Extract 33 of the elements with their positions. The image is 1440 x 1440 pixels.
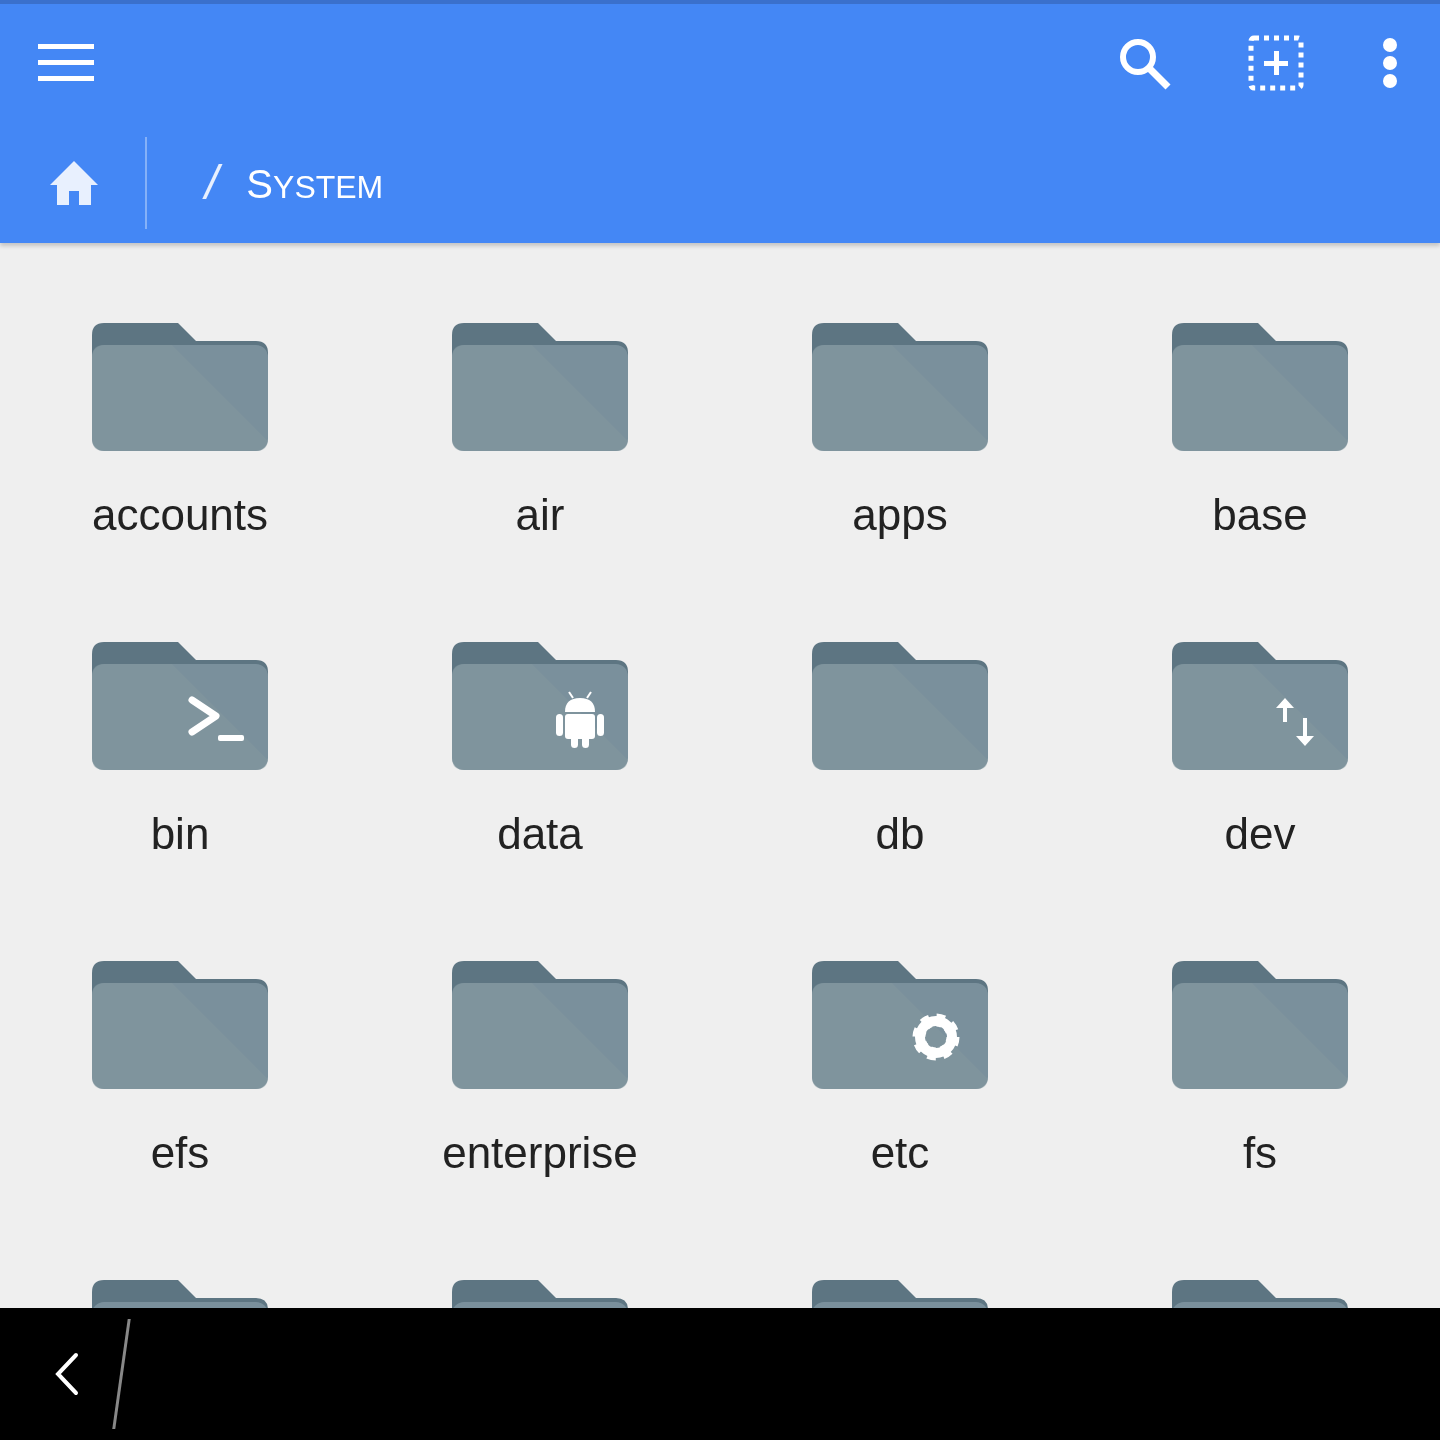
folder-name[interactable]: bin: [150, 806, 210, 862]
robot-icon: [556, 691, 604, 748]
folder-name[interactable]: apps: [852, 487, 948, 543]
back-icon[interactable]: [54, 1352, 80, 1396]
folder-icon[interactable]: [1172, 323, 1348, 451]
folder-icon[interactable]: [92, 323, 268, 451]
folder-icon[interactable]: [452, 323, 628, 451]
folder-name[interactable]: efs: [150, 1125, 210, 1181]
folder-name[interactable]: dev: [1224, 806, 1296, 862]
folder-icon[interactable]: [92, 961, 268, 1089]
menu-icon[interactable]: [38, 44, 94, 82]
folder-name[interactable]: air: [515, 487, 565, 543]
folder-name[interactable]: accounts: [91, 487, 269, 543]
folder-name[interactable]: data: [497, 806, 583, 862]
folder-icon[interactable]: [1172, 642, 1348, 770]
terminal-icon: [188, 696, 244, 741]
folder-icon[interactable]: [1172, 961, 1348, 1089]
folder-icon[interactable]: [812, 961, 988, 1089]
add-selection-icon[interactable]: [1248, 35, 1304, 91]
folder-icon[interactable]: [812, 642, 988, 770]
folder-name[interactable]: etc: [870, 1125, 930, 1181]
arrows-icon: [1276, 698, 1314, 746]
folder-name[interactable]: enterprise: [442, 1125, 638, 1181]
folder-name[interactable]: base: [1212, 487, 1308, 543]
settings-icon: [912, 1013, 960, 1061]
folder-icon[interactable]: [92, 642, 268, 770]
more-icon[interactable]: [1382, 38, 1398, 88]
folder-name[interactable]: fs: [1242, 1125, 1278, 1181]
folder-icon[interactable]: [812, 323, 988, 451]
folder-icon[interactable]: [452, 642, 628, 770]
home-icon[interactable]: [50, 160, 98, 205]
folder-icon[interactable]: [452, 961, 628, 1089]
folder-name[interactable]: db: [875, 806, 925, 862]
